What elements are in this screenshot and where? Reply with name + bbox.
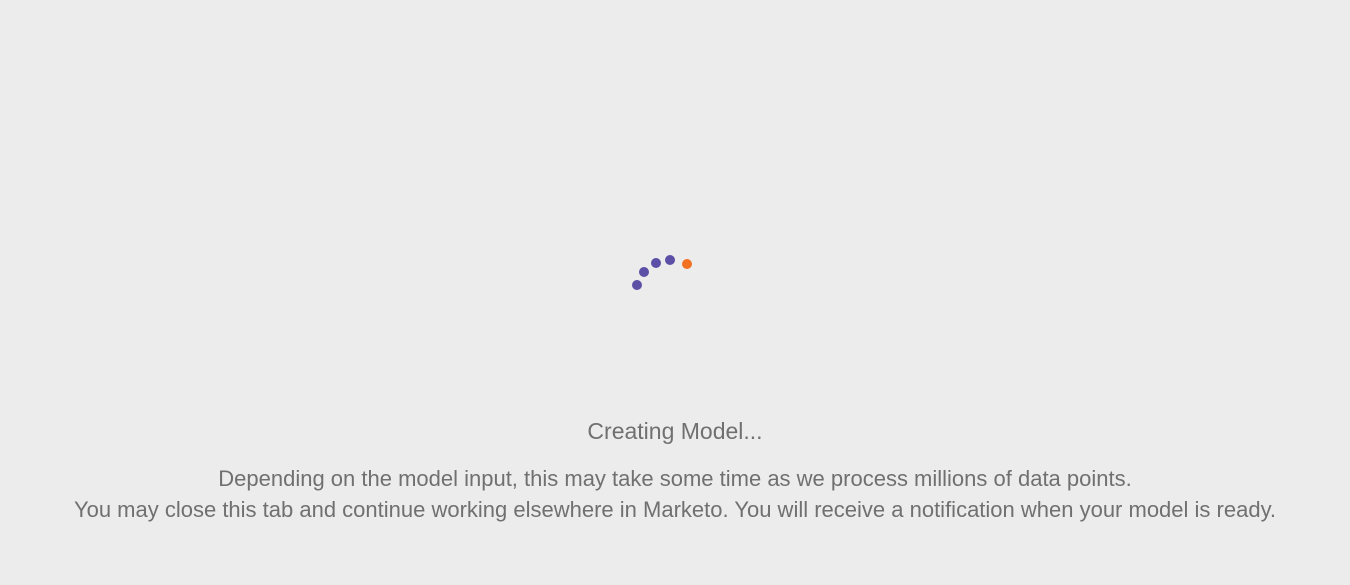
loading-message-line-2: You may close this tab and continue work…: [73, 497, 1277, 522]
spinner-dot-accent: [682, 259, 692, 269]
loading-title: Creating Model...: [587, 418, 763, 444]
loading-message-line-1: Depending on the model input, this may t…: [218, 466, 1132, 491]
loading-message: Depending on the model input, this may t…: [0, 463, 1350, 525]
spinner-dot: [632, 280, 642, 290]
loading-page: Creating Model... Depending on the model…: [0, 0, 1350, 585]
spinner-dot: [639, 267, 649, 277]
loading-spinner-icon: [625, 250, 700, 295]
spinner-dot: [651, 258, 661, 268]
spinner-dot: [665, 255, 675, 265]
